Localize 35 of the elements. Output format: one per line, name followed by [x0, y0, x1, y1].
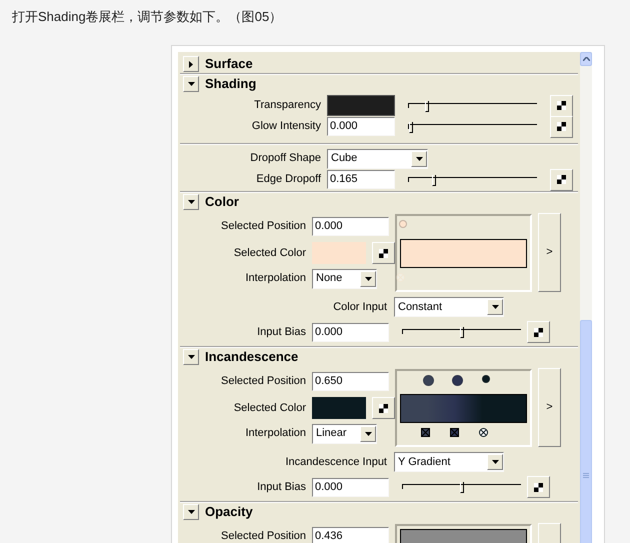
field-label: Incandescence Input — [284, 454, 387, 470]
section-title: Color — [205, 193, 239, 212]
number-field[interactable]: 0.436 — [312, 526, 389, 543]
section-title: Surface — [205, 55, 253, 74]
section-title: Incandescence — [205, 348, 298, 366]
dropdown[interactable]: Linear — [312, 424, 377, 444]
number-field[interactable]: 0.165 — [327, 170, 395, 189]
field-label: Dropoff Shape — [249, 151, 321, 166]
field-label: Glow Intensity — [250, 119, 321, 134]
field-label: Interpolation — [244, 271, 306, 286]
number-field[interactable]: 0.650 — [312, 372, 389, 390]
field-label: Input Bias — [256, 480, 306, 495]
expand-ramp-button[interactable]: > — [538, 368, 561, 447]
dropdown[interactable]: Cube — [327, 148, 428, 168]
number-field[interactable]: 0.000 — [312, 322, 389, 342]
dropdown[interactable]: Constant — [394, 297, 504, 317]
field-label: Selected Color — [232, 246, 306, 261]
field-label: Selected Position — [220, 528, 306, 543]
number-field[interactable]: 0.000 — [312, 216, 389, 236]
field-label: Interpolation — [244, 426, 306, 442]
field-label: Selected Color — [232, 400, 306, 416]
section-title: Shading — [205, 75, 256, 94]
field-label: Transparency — [253, 98, 321, 114]
expand-ramp-button[interactable]: > — [538, 213, 561, 292]
dropdown[interactable]: Y Gradient — [394, 452, 504, 472]
number-field[interactable]: 0.000 — [327, 117, 395, 136]
field-label: Color Input — [332, 300, 387, 315]
field-label: Edge Dropoff — [255, 172, 321, 188]
caption: 打开Shading卷展栏，调节参数如下。（图05） — [12, 8, 284, 26]
field-label: Input Bias — [256, 324, 306, 340]
dropdown[interactable]: None — [312, 268, 377, 288]
number-field[interactable]: 0.000 — [312, 478, 389, 496]
section-title: Opacity — [205, 503, 253, 522]
field-label: Selected Position — [220, 374, 306, 389]
field-label: Selected Position — [220, 218, 306, 234]
